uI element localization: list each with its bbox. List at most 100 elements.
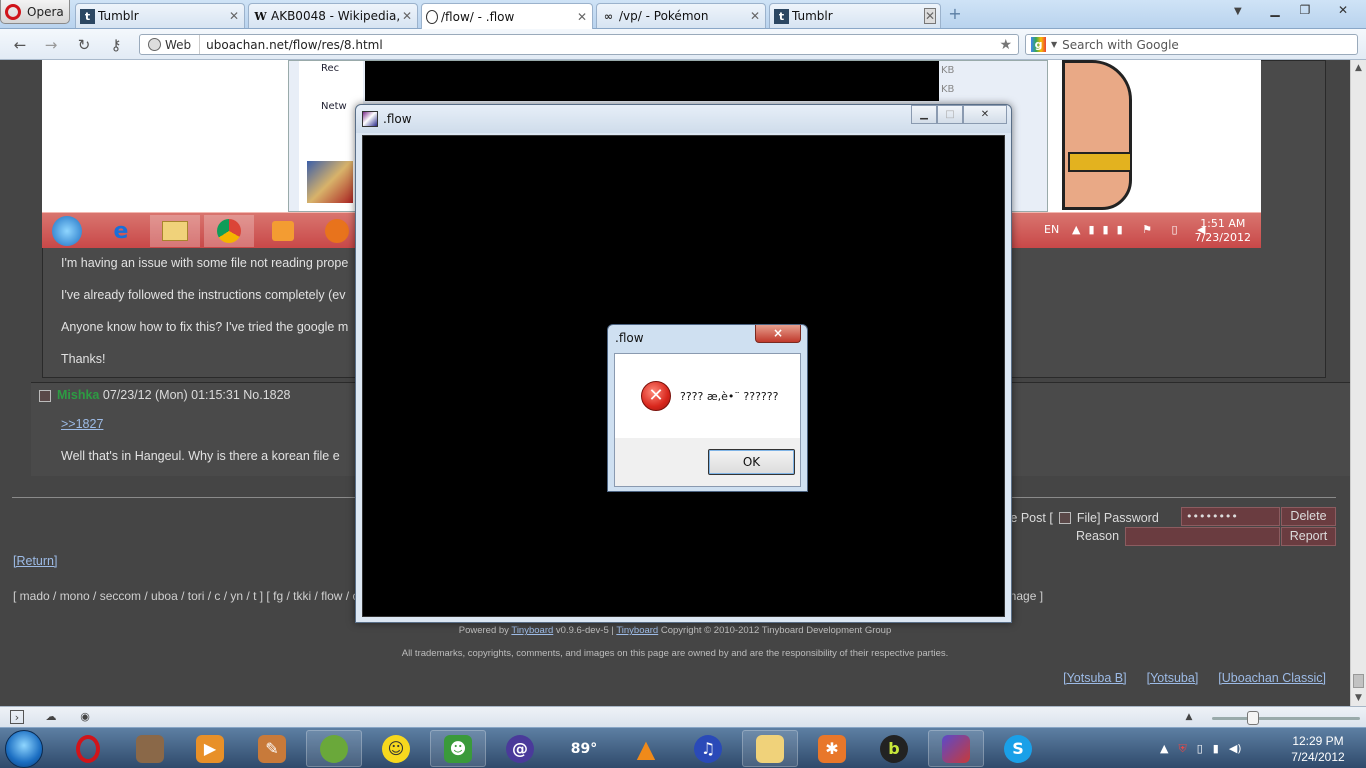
window-controls: ▁ ❐ ✕ <box>1260 0 1366 20</box>
tab-close-icon[interactable]: ✕ <box>576 10 588 24</box>
taskbar-game[interactable] <box>306 730 362 767</box>
password-input[interactable]: •••••••• <box>1181 507 1280 526</box>
taskbar-clock[interactable]: 12:29 PM 7/24/2012 <box>1283 733 1353 765</box>
ok-button[interactable]: OK <box>708 449 795 475</box>
board-list[interactable]: [ mado / mono / seccom / uboa / tori / c… <box>13 589 358 603</box>
minimize-icon[interactable]: ▁ <box>1260 0 1290 20</box>
reply-quote-link[interactable]: >>1827 <box>61 417 103 431</box>
turbo-icon[interactable]: ◉ <box>78 710 92 724</box>
tab-tumblr-2[interactable]: t Tumblr ✕ <box>769 3 941 28</box>
system-tray: ▲ ⛨ ▯ ▮ ◀) <box>1160 728 1242 768</box>
game-icon <box>320 734 348 763</box>
dialog-body: ✕ ???? æ,è•¨ ?????? OK <box>614 353 801 487</box>
tab-close-icon[interactable]: ✕ <box>228 9 240 23</box>
address-prefix[interactable]: Web <box>140 35 201 54</box>
show-hidden-icons-icon[interactable]: ▲ <box>1160 742 1168 755</box>
page-scrollbar[interactable]: ▲ ▼ <box>1350 60 1366 706</box>
flow-titlebar[interactable]: .flow ▁ □ ✕ <box>356 105 1011 133</box>
style-link-uboachan-classic[interactable]: [Uboachan Classic] <box>1218 671 1326 685</box>
style-link-yotsuba-b[interactable]: [Yotsuba B] <box>1063 671 1126 685</box>
taskbar-settings[interactable]: ✱ <box>804 730 860 767</box>
taskbar-explorer[interactable] <box>742 730 798 767</box>
start-button[interactable] <box>5 730 43 768</box>
taskbar-smiley[interactable]: ☺ <box>368 730 424 767</box>
scroll-down-icon[interactable]: ▼ <box>1351 690 1366 706</box>
reload-icon[interactable]: ↻ <box>73 35 95 55</box>
search-placeholder: Search with Google <box>1062 37 1179 52</box>
scroll-up-icon[interactable]: ▲ <box>1351 60 1366 76</box>
reply-header: Mishka 07/23/12 (Mon) 01:15:31 No.1828 <box>57 388 291 402</box>
forward-icon[interactable]: → <box>40 35 62 55</box>
taskbar-audacity[interactable]: ♫ <box>680 730 736 767</box>
maximize-icon[interactable]: □ <box>937 105 963 124</box>
cloud-icon[interactable]: ☁ <box>44 710 58 724</box>
taskbar-b-app[interactable]: b <box>866 730 922 767</box>
network-icon[interactable]: ▮ <box>1213 742 1219 755</box>
taskbar-media-player[interactable]: ▶ <box>182 730 238 767</box>
taskbar-flow[interactable] <box>928 730 984 767</box>
clock-date: 7/24/2012 <box>1291 750 1345 764</box>
reason-input[interactable] <box>1125 527 1280 546</box>
usb-icon[interactable]: ▯ <box>1197 742 1203 755</box>
wikipedia-icon: W <box>254 9 267 23</box>
flow-window-controls: ▁ □ ✕ <box>911 105 1007 124</box>
google-icon: g <box>1031 37 1046 52</box>
zoom-slider-knob[interactable] <box>1247 711 1259 725</box>
tinyboard-link[interactable]: Tinyboard <box>616 625 658 636</box>
taskbar-character[interactable] <box>122 730 178 767</box>
taskbar-film[interactable]: ✎ <box>244 730 300 767</box>
tab-vp-pokemon[interactable]: ∞ /vp/ - Pokémon ✕ <box>596 3 766 28</box>
tab-close-icon[interactable]: ✕ <box>924 8 936 24</box>
return-link[interactable]: [Return] <box>13 554 57 568</box>
embedded-tray-icons: ▲▮▮▮ ⚑ ▯ ◀ <box>1072 223 1214 236</box>
back-icon[interactable]: ← <box>9 35 31 55</box>
taskbar-messenger[interactable]: ☻ <box>430 730 486 767</box>
url-text[interactable]: uboachan.net/flow/res/8.html <box>200 38 999 52</box>
embedded-thumbnail <box>307 161 353 203</box>
shield-icon[interactable]: ⛨ <box>1178 742 1186 756</box>
reply-delete-checkbox[interactable] <box>39 390 51 402</box>
taskbar-opera[interactable] <box>60 730 116 767</box>
taskbar-weather[interactable]: 89° <box>556 730 612 767</box>
key-icon[interactable]: ⚷ <box>105 35 127 55</box>
tinyboard-link[interactable]: Tinyboard <box>511 625 553 636</box>
restore-icon[interactable]: ❐ <box>1290 0 1320 20</box>
tab-list-chevron-icon[interactable]: ▼ <box>1234 6 1242 17</box>
close-icon[interactable]: ✕ <box>1320 0 1366 20</box>
search-field[interactable]: g ▼ Search with Google <box>1025 34 1358 55</box>
messenger-icon: ☻ <box>444 734 472 763</box>
style-link-yotsuba[interactable]: [Yotsuba] <box>1147 671 1199 685</box>
panel-toggle-icon[interactable]: › <box>10 710 24 724</box>
tumblr-icon: t <box>774 8 789 24</box>
zoom-menu-icon[interactable]: ▲ <box>1182 710 1196 724</box>
tab-tumblr-1[interactable]: t Tumblr ✕ <box>75 3 245 28</box>
reply-meta[interactable]: 07/23/12 (Mon) 01:15:31 No.1828 <box>103 388 291 402</box>
error-icon: ✕ <box>641 381 671 411</box>
tab-close-icon[interactable]: ✕ <box>401 9 413 23</box>
address-field[interactable]: Web uboachan.net/flow/res/8.html ★ <box>139 34 1019 55</box>
delete-file-checkbox[interactable] <box>1058 511 1071 524</box>
taskbar-skype[interactable]: S <box>990 730 1046 767</box>
opera-menu-button[interactable]: Opera <box>0 0 70 24</box>
tab-close-icon[interactable]: ✕ <box>749 9 761 23</box>
error-dialog[interactable]: .flow × ✕ ???? æ,è•¨ ?????? OK <box>607 324 808 492</box>
zoom-slider-track[interactable] <box>1212 717 1360 720</box>
tab-flow[interactable]: /flow/ - .flow ✕ <box>421 3 593 30</box>
report-button[interactable]: Report <box>1281 527 1336 546</box>
embedded-date: 7/23/2012 <box>1194 231 1251 244</box>
bookmark-star-icon[interactable]: ★ <box>999 37 1018 53</box>
dialog-close-button[interactable]: × <box>755 325 801 343</box>
taskbar-torrent[interactable]: @ <box>492 730 548 767</box>
volume-icon[interactable]: ◀) <box>1229 742 1242 755</box>
minimize-icon[interactable]: ▁ <box>911 105 937 124</box>
new-tab-icon[interactable]: + <box>946 5 964 23</box>
search-engine-chevron-icon[interactable]: ▼ <box>1051 40 1057 49</box>
embedded-character-art <box>1048 60 1148 220</box>
scroll-thumb[interactable] <box>1353 674 1364 688</box>
delete-button[interactable]: Delete <box>1281 507 1336 526</box>
embedded-folder-icon <box>150 215 200 247</box>
tab-wikipedia[interactable]: W AKB0048 - Wikipedia, t... ✕ <box>248 3 418 28</box>
close-icon[interactable]: ✕ <box>963 105 1007 124</box>
taskbar-vlc[interactable]: ▲ <box>618 730 674 767</box>
headphones-icon: ♫ <box>694 734 722 763</box>
